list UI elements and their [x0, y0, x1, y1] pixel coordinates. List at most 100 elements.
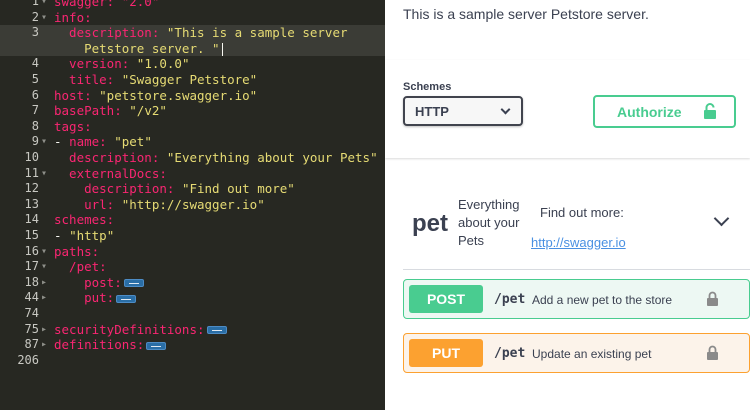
editor-line[interactable]: 14 schemes: [0, 212, 385, 228]
editor-line[interactable]: 17 ▾ /pet: [0, 259, 385, 275]
code-token: "This is a sample server [166, 25, 348, 41]
code-text: post: [54, 275, 144, 291]
code-token: url: [54, 196, 122, 212]
editor-line[interactable]: 74 [0, 306, 385, 322]
editor-line[interactable]: 2 ▾ info: [0, 10, 385, 26]
fold-expand-icon[interactable]: ▸ [41, 290, 47, 306]
lock-icon[interactable] [706, 291, 719, 307]
editor-line[interactable]: 75 ▸ securityDefinitions: [0, 322, 385, 338]
editor-line[interactable]: 3 description: "This is a sample server [0, 25, 385, 41]
code-token: host: [54, 87, 100, 103]
fold-collapse-icon[interactable]: ▾ [41, 10, 47, 26]
line-gutter: 11 ▾ [0, 166, 52, 182]
fold-widget-icon[interactable] [116, 294, 137, 303]
editor-line[interactable]: 206 [0, 353, 385, 369]
line-number: 17 [24, 259, 39, 274]
fold-widget-icon[interactable] [206, 326, 227, 335]
code-token: /pet: [54, 259, 107, 275]
authorize-label: Authorize [617, 104, 682, 120]
code-text: version: "1.0.0" [54, 56, 189, 72]
fold-collapse-icon[interactable]: ▾ [41, 244, 47, 260]
lock-icon[interactable] [706, 345, 719, 361]
editor-line[interactable]: 18 ▸ post: [0, 275, 385, 291]
editor-line[interactable]: 9 ▾ - name: "pet" [0, 134, 385, 150]
line-number: 3 [31, 25, 39, 40]
code-token: - [54, 228, 70, 243]
fold-collapse-icon[interactable]: ▾ [41, 134, 47, 150]
fold-expand-icon[interactable]: ▸ [41, 275, 47, 291]
authorize-button[interactable]: Authorize [593, 95, 736, 128]
line-gutter: 6 [0, 88, 52, 104]
editor-line[interactable]: 12 description: "Find out more" [0, 181, 385, 197]
fold-expand-icon[interactable]: ▸ [41, 337, 47, 353]
operation-summary: Add a new pet to the store [532, 293, 673, 307]
code-text: host: "petstore.swagger.io" [54, 88, 257, 104]
line-gutter: 9 ▾ [0, 134, 52, 150]
operation-post-pet[interactable]: POST /pet Add a new pet to the store [403, 279, 750, 319]
fold-collapse-icon[interactable]: ▾ [41, 259, 47, 275]
editor-line[interactable]: 10 description: "Everything about your P… [0, 150, 385, 166]
code-text: info: [54, 10, 92, 26]
chevron-down-icon[interactable] [713, 210, 730, 227]
editor-line[interactable]: 5 title: "Swagger Petstore" [0, 72, 385, 88]
line-gutter: 44 ▸ [0, 290, 52, 306]
line-number: 2 [31, 9, 39, 24]
line-gutter: 1 ▾ [0, 0, 52, 10]
code-token: "/v2" [129, 103, 167, 119]
line-number: 13 [24, 196, 39, 211]
code-token: title: [54, 72, 122, 87]
operation-path: /pet [494, 292, 526, 307]
line-gutter: 2 ▾ [0, 10, 52, 26]
editor-line[interactable]: 4 version: "1.0.0" [0, 56, 385, 72]
code-token: put: [54, 290, 115, 306]
tag-section-pet[interactable]: pet Everything about your Pets Find out … [403, 190, 750, 270]
code-token: paths: [54, 243, 100, 259]
method-badge: PUT [409, 339, 483, 367]
find-more-label: Find out more: [540, 205, 624, 220]
code-text: definitions: [54, 337, 167, 353]
line-gutter: 87 ▸ [0, 337, 52, 353]
editor-line[interactable]: 44 ▸ put: [0, 290, 385, 306]
code-token: description: [54, 181, 182, 197]
editor-line[interactable]: 6 host: "petstore.swagger.io" [0, 88, 385, 104]
code-token: Petstore server. " [54, 40, 220, 56]
schemes-label: Schemes [403, 81, 452, 93]
editor-line[interactable]: 11 ▾ externalDocs: [0, 166, 385, 182]
line-gutter: 4 [0, 56, 52, 72]
code-text: swagger: "2.0" [54, 0, 159, 10]
editor-line[interactable]: 8 tags: [0, 119, 385, 135]
line-number: 18 [24, 274, 39, 289]
swagger-ui-panel: This is a sample server Petstore server.… [385, 0, 750, 410]
line-gutter: 74 [0, 306, 52, 322]
fold-collapse-icon[interactable]: ▾ [41, 166, 47, 182]
editor-line[interactable]: Petstore server. " [0, 40, 385, 57]
code-text: - "http" [54, 228, 114, 244]
code-token: info: [54, 9, 92, 25]
line-number: 87 [24, 337, 39, 352]
fold-collapse-icon[interactable]: ▾ [41, 0, 47, 10]
editor-line[interactable]: 87 ▸ definitions: [0, 337, 385, 353]
fold-widget-icon[interactable] [146, 341, 167, 350]
yaml-editor[interactable]: 1 ▾ swagger: "2.0" 2 ▾ info: 3 description: "T… [0, 0, 385, 410]
code-token: securityDefinitions: [54, 321, 205, 337]
editor-line[interactable]: 15 - "http" [0, 228, 385, 244]
code-token: "Swagger Petstore" [121, 72, 258, 87]
editor-line[interactable]: 13 url: "http://swagger.io" [0, 197, 385, 213]
code-token: schemes: [54, 212, 115, 228]
schemes-select[interactable]: HTTP [403, 96, 523, 126]
line-number: 4 [31, 56, 39, 71]
fold-widget-icon[interactable] [123, 279, 144, 288]
fold-expand-icon[interactable]: ▸ [41, 322, 47, 338]
editor-line[interactable]: 7 basePath: "/v2" [0, 103, 385, 119]
editor-line[interactable]: 1 ▾ swagger: "2.0" [0, 0, 385, 10]
code-text: title: "Swagger Petstore" [54, 72, 257, 88]
code-token: - [54, 134, 70, 150]
code-token: "http" [69, 228, 115, 243]
operation-put-pet[interactable]: PUT /pet Update an existing pet [403, 333, 750, 373]
editor-line[interactable]: 16 ▾ paths: [0, 244, 385, 260]
code-token: "petstore.swagger.io" [99, 87, 258, 103]
code-token: version: [54, 56, 137, 72]
external-docs-link[interactable]: http://swagger.io [531, 235, 626, 250]
code-token: "Everything about your Pets" [166, 150, 378, 165]
line-gutter: 13 [0, 197, 52, 213]
